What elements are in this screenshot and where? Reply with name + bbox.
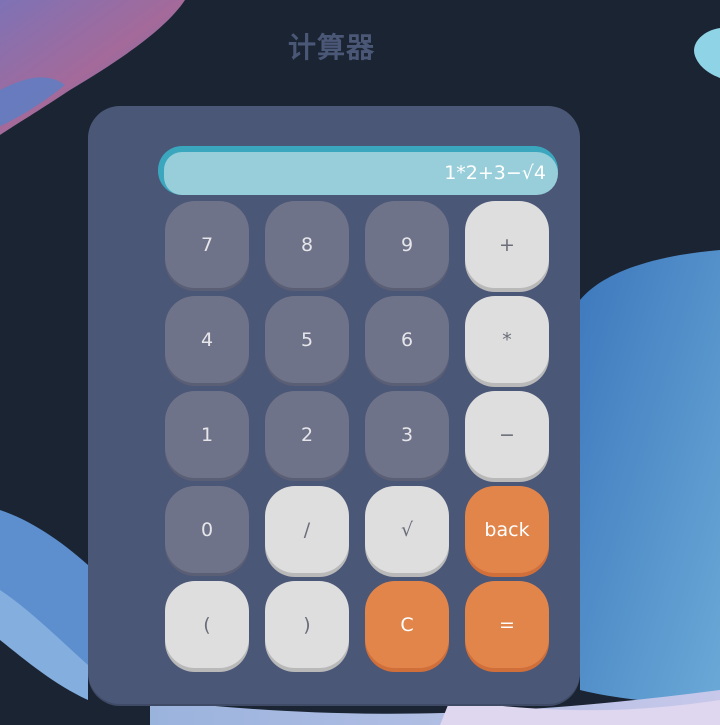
key-sqrt-button[interactable]: √ xyxy=(365,486,449,573)
key-multiply-button[interactable]: * xyxy=(465,296,549,383)
keypad: 7 8 9 +4 5 6 * 1 2 3− 0/√ back () C = xyxy=(165,201,551,668)
app-title: 计算器 xyxy=(288,31,376,64)
key-open-paren-button[interactable]: ( xyxy=(165,581,249,668)
key-4-button[interactable]: 4 xyxy=(165,296,249,383)
key-7-button[interactable]: 7 xyxy=(165,201,249,288)
key-1-button[interactable]: 1 xyxy=(165,391,249,478)
key-back-button[interactable]: back xyxy=(465,486,549,573)
key-8-button[interactable]: 8 xyxy=(265,201,349,288)
key-clear-button[interactable]: C xyxy=(365,581,449,668)
key-6-button[interactable]: 6 xyxy=(365,296,449,383)
key-2-button[interactable]: 2 xyxy=(265,391,349,478)
key-equals-button[interactable]: = xyxy=(465,581,549,668)
key-3-button[interactable]: 3 xyxy=(365,391,449,478)
key-9-button[interactable]: 9 xyxy=(365,201,449,288)
key-plus-button[interactable]: + xyxy=(465,201,549,288)
key-divide-button[interactable]: / xyxy=(265,486,349,573)
key-minus-button[interactable]: − xyxy=(465,391,549,478)
key-close-paren-button[interactable]: ) xyxy=(265,581,349,668)
calculator-panel: 1*2+3−√4 7 8 9 +4 5 6 * 1 2 3− 0/√ back () C = xyxy=(88,106,580,704)
display-expression: 1*2+3−√4 xyxy=(164,152,558,195)
display: 1*2+3−√4 xyxy=(158,146,558,195)
key-5-button[interactable]: 5 xyxy=(265,296,349,383)
key-0-button[interactable]: 0 xyxy=(165,486,249,573)
